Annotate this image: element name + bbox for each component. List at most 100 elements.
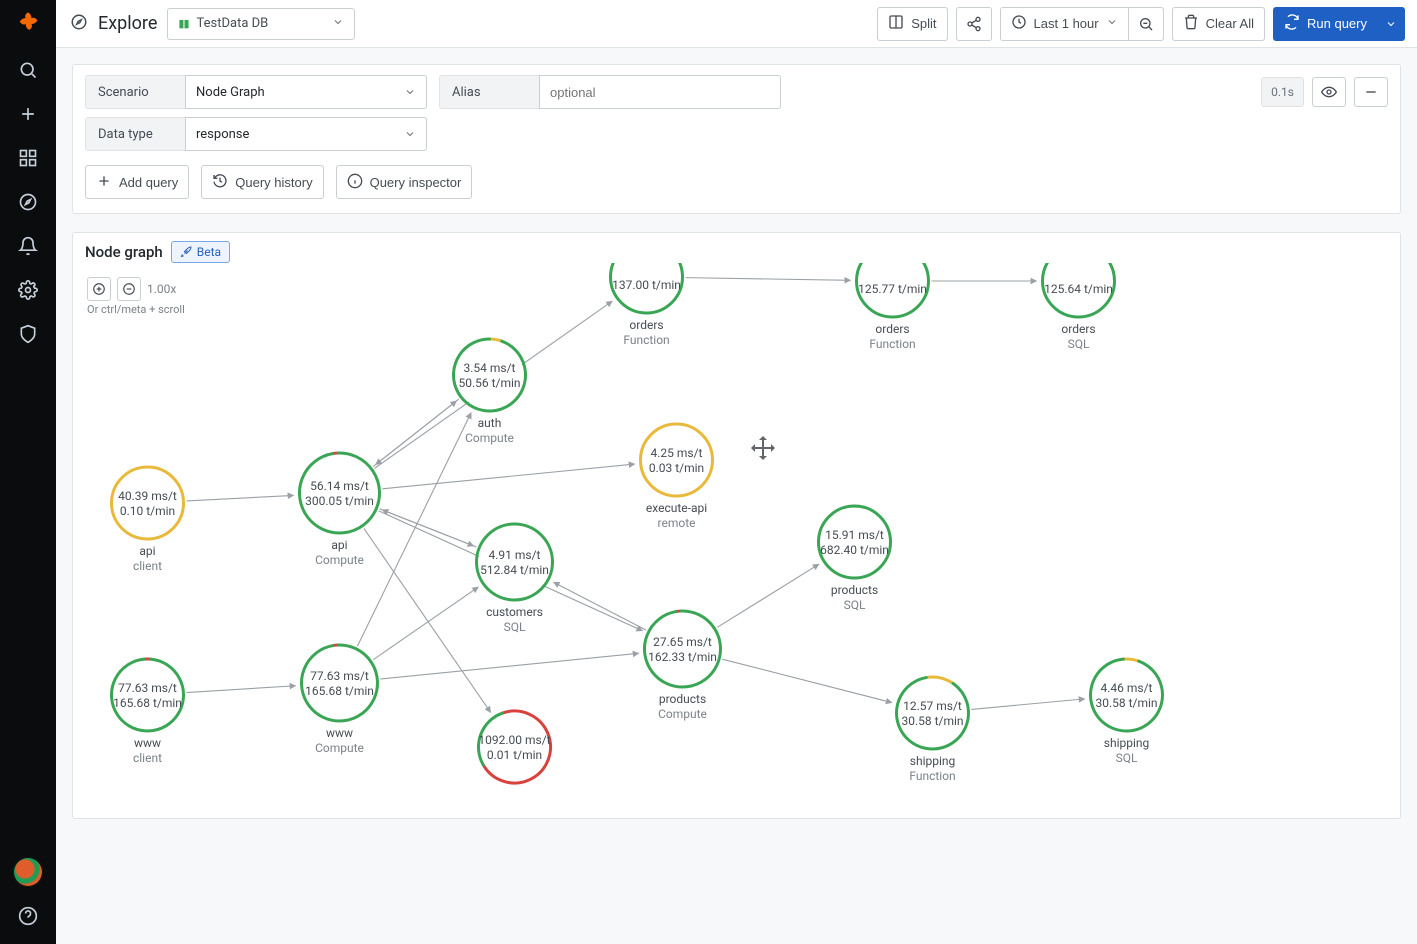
graph-node[interactable]: 12.57 ms/t30.58 t/minshippingFunction bbox=[897, 677, 969, 783]
nav-config-icon[interactable] bbox=[8, 270, 48, 310]
svg-text:165.68 t/min: 165.68 t/min bbox=[305, 684, 374, 698]
nav-admin-icon[interactable] bbox=[8, 314, 48, 354]
info-icon bbox=[347, 173, 363, 192]
query-inspector-label: Query inspector bbox=[370, 175, 462, 190]
share-button[interactable] bbox=[956, 7, 992, 41]
svg-text:orders: orders bbox=[875, 322, 909, 336]
toggle-visibility-button[interactable] bbox=[1312, 77, 1346, 107]
graph-node[interactable]: 15.91 ms/t682.40 t/minproductsSQL bbox=[819, 506, 891, 612]
compass-icon bbox=[70, 13, 88, 35]
content-area: Scenario Node Graph Alias 0.1s bbox=[56, 48, 1417, 944]
svg-text:4.25 ms/t: 4.25 ms/t bbox=[651, 446, 703, 460]
viz-title: Node graph bbox=[85, 243, 163, 261]
graph-edge bbox=[186, 686, 295, 693]
svg-text:Function: Function bbox=[869, 337, 915, 351]
svg-text:SQL: SQL bbox=[1068, 337, 1090, 351]
query-editor-card: Scenario Node Graph Alias 0.1s bbox=[72, 64, 1401, 214]
svg-text:Compute: Compute bbox=[315, 741, 364, 755]
svg-text:3.54 ms/t: 3.54 ms/t bbox=[464, 361, 516, 375]
main-column: Explore ▮▮ TestData DB Split Last 1 hour bbox=[56, 0, 1417, 944]
svg-text:client: client bbox=[133, 751, 162, 765]
scenario-value: Node Graph bbox=[196, 85, 265, 100]
graph-edge bbox=[357, 413, 471, 646]
run-query-options[interactable] bbox=[1377, 7, 1405, 41]
add-query-button[interactable]: Add query bbox=[85, 165, 189, 199]
graph-node[interactable]: 1092.00 ms/t0.01 t/min bbox=[478, 711, 550, 783]
nav-rail bbox=[0, 0, 56, 944]
minus-icon bbox=[1363, 84, 1379, 100]
nav-help-icon[interactable] bbox=[8, 896, 48, 936]
graph-node[interactable]: 125.77 t/minordersFunction bbox=[857, 263, 929, 351]
datatype-select[interactable]: response bbox=[185, 117, 427, 151]
sync-icon bbox=[1284, 14, 1300, 33]
chevron-down-icon bbox=[404, 128, 416, 140]
graph-node[interactable]: 27.65 ms/t162.33 t/minproductsCompute bbox=[645, 611, 721, 721]
nav-search-icon[interactable] bbox=[8, 50, 48, 90]
chevron-down-icon bbox=[1106, 16, 1118, 31]
query-time-indicator: 0.1s bbox=[1261, 77, 1304, 107]
topbar: Explore ▮▮ TestData DB Split Last 1 hour bbox=[56, 0, 1417, 48]
svg-text:512.84 t/min: 512.84 t/min bbox=[480, 563, 549, 577]
scenario-key: Scenario bbox=[85, 75, 185, 109]
svg-text:products: products bbox=[659, 692, 706, 706]
graph-node[interactable]: 4.25 ms/t0.03 t/minexecute-apiremote bbox=[641, 424, 713, 530]
svg-text:4.91 ms/t: 4.91 ms/t bbox=[489, 548, 541, 562]
graph-node[interactable]: 56.14 ms/t300.05 t/minapiCompute bbox=[299, 453, 379, 567]
svg-text:27.65 ms/t: 27.65 ms/t bbox=[653, 635, 712, 649]
graph-node[interactable]: 3.54 ms/t50.56 t/minauthCompute bbox=[454, 339, 526, 445]
datatype-value: response bbox=[196, 127, 249, 142]
graph-node[interactable]: 125.64 t/minordersSQL bbox=[1043, 263, 1115, 351]
alias-input[interactable] bbox=[539, 75, 781, 109]
graph-svg: 40.39 ms/t0.10 t/minapiclient77.63 ms/t1… bbox=[73, 263, 1400, 818]
graph-node[interactable]: 137.00 t/minordersFunction bbox=[611, 263, 683, 347]
svg-text:shipping: shipping bbox=[1104, 736, 1149, 750]
svg-text:77.63 ms/t: 77.63 ms/t bbox=[310, 669, 369, 683]
query-inspector-button[interactable]: Query inspector bbox=[336, 165, 473, 199]
time-label: Last 1 hour bbox=[1034, 16, 1099, 31]
page-title: Explore bbox=[98, 13, 157, 34]
graph-node[interactable]: 4.46 ms/t30.58 t/minshippingSQL bbox=[1091, 659, 1163, 765]
chevron-down-icon bbox=[332, 16, 344, 32]
graph-edge bbox=[717, 564, 819, 627]
graph-edge bbox=[685, 278, 850, 281]
svg-text:Compute: Compute bbox=[658, 707, 707, 721]
grafana-logo[interactable] bbox=[6, 2, 50, 46]
node-graph-canvas[interactable]: 1.00x Or ctrl/meta + scroll 40.39 ms/t0.… bbox=[73, 263, 1400, 818]
run-query-button[interactable]: Run query bbox=[1273, 7, 1378, 41]
history-icon bbox=[212, 173, 228, 192]
graph-node[interactable]: 4.91 ms/t512.84 t/mincustomersSQL bbox=[477, 524, 553, 634]
svg-text:SQL: SQL bbox=[504, 620, 526, 634]
eye-icon bbox=[1321, 84, 1337, 100]
svg-text:SQL: SQL bbox=[844, 598, 866, 612]
graph-node[interactable]: 77.63 ms/t165.68 t/minwwwCompute bbox=[302, 645, 378, 755]
nav-dashboards-icon[interactable] bbox=[8, 138, 48, 178]
time-picker[interactable]: Last 1 hour bbox=[1000, 7, 1129, 41]
datasource-picker[interactable]: ▮▮ TestData DB bbox=[167, 8, 355, 40]
svg-text:165.68 t/min: 165.68 t/min bbox=[113, 696, 182, 710]
query-history-button[interactable]: Query history bbox=[201, 165, 323, 199]
svg-text:api: api bbox=[331, 538, 347, 552]
clock-icon bbox=[1011, 14, 1027, 33]
svg-text:682.40 t/min: 682.40 t/min bbox=[820, 543, 889, 557]
beta-label: Beta bbox=[197, 245, 221, 259]
svg-text:orders: orders bbox=[629, 318, 663, 332]
zoom-out-icon bbox=[1138, 16, 1154, 32]
svg-text:shipping: shipping bbox=[910, 754, 955, 768]
svg-text:125.64 t/min: 125.64 t/min bbox=[1044, 282, 1113, 296]
nav-alerting-icon[interactable] bbox=[8, 226, 48, 266]
svg-text:77.63 ms/t: 77.63 ms/t bbox=[118, 681, 177, 695]
nav-explore-icon[interactable] bbox=[8, 182, 48, 222]
zoom-out-time-button[interactable] bbox=[1128, 7, 1164, 41]
graph-node[interactable]: 77.63 ms/t165.68 t/minwwwclient bbox=[112, 659, 184, 765]
svg-text:Function: Function bbox=[909, 769, 955, 783]
nav-create-icon[interactable] bbox=[8, 94, 48, 134]
nav-profile-avatar[interactable] bbox=[8, 852, 48, 892]
split-button[interactable]: Split bbox=[877, 7, 947, 41]
graph-edge bbox=[364, 528, 491, 712]
svg-text:40.39 ms/t: 40.39 ms/t bbox=[118, 489, 177, 503]
clear-all-button[interactable]: Clear All bbox=[1172, 7, 1265, 41]
beta-badge: Beta bbox=[171, 241, 230, 263]
graph-node[interactable]: 40.39 ms/t0.10 t/minapiclient bbox=[112, 467, 184, 573]
remove-query-button[interactable] bbox=[1354, 77, 1388, 107]
scenario-select[interactable]: Node Graph bbox=[185, 75, 427, 109]
